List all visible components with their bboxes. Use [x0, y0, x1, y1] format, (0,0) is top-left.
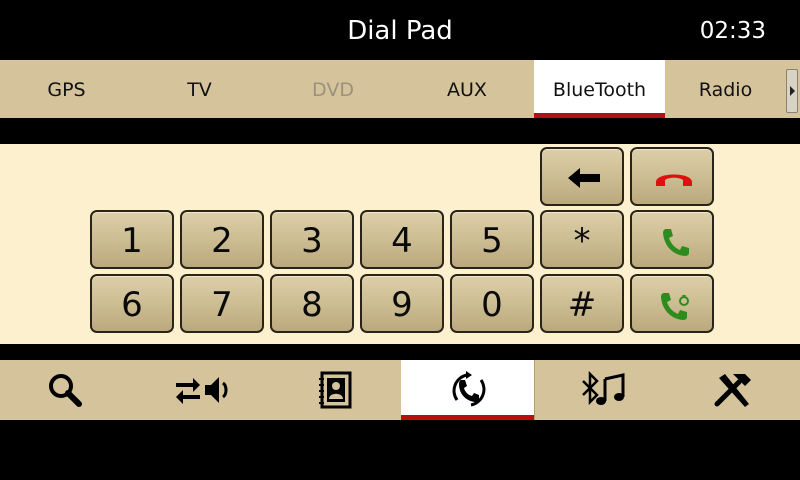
tab-dvd[interactable]: DVD	[266, 60, 400, 118]
page-title: Dial Pad	[347, 16, 453, 46]
key-8[interactable]: 8	[270, 274, 354, 333]
audio-transfer-icon	[176, 377, 228, 404]
search-icon	[49, 374, 82, 407]
settings-tools-icon	[714, 374, 751, 407]
key-1[interactable]: 1	[90, 210, 174, 269]
hang-up-phone-icon	[656, 174, 692, 186]
phone-icon	[663, 229, 689, 256]
key-9[interactable]: 9	[360, 274, 444, 333]
key-0[interactable]: 0	[450, 274, 534, 333]
bottom-nav-audio-transfer[interactable]	[133, 360, 266, 420]
bottom-nav-search[interactable]	[0, 360, 133, 420]
tab-gps[interactable]: GPS	[0, 60, 133, 118]
bottom-nav-dialpad[interactable]	[401, 360, 534, 420]
tab-scroll-right-button[interactable]	[786, 69, 798, 113]
tab-aux[interactable]: AUX	[400, 60, 534, 118]
call-button[interactable]	[630, 210, 714, 269]
bottom-nav-bar	[0, 360, 800, 420]
tab-bluetooth[interactable]: BlueTooth	[534, 60, 665, 118]
key-2[interactable]: 2	[180, 210, 264, 269]
bottom-nav-contacts[interactable]	[266, 360, 399, 420]
backspace-button[interactable]	[540, 147, 624, 206]
bottom-nav-bluetooth-music[interactable]	[534, 360, 667, 420]
key-3[interactable]: 3	[270, 210, 354, 269]
key-4[interactable]: 4	[360, 210, 444, 269]
bluetooth-music-icon	[582, 371, 625, 406]
redial-button[interactable]	[630, 274, 714, 333]
end-call-button[interactable]	[630, 147, 714, 206]
source-tab-bar: GPS TV DVD AUX BlueTooth Radio	[0, 60, 800, 118]
title-bar: Dial Pad 02:33	[0, 0, 800, 60]
tab-tv[interactable]: TV	[133, 60, 266, 118]
dialpad-phone-icon	[452, 371, 486, 407]
key-5[interactable]: 5	[450, 210, 534, 269]
contacts-book-icon	[319, 371, 352, 409]
left-arrow-icon	[568, 168, 600, 188]
key-6[interactable]: 6	[90, 274, 174, 333]
bottom-nav-settings[interactable]	[667, 360, 800, 420]
clock: 02:33	[699, 18, 766, 44]
key-7[interactable]: 7	[180, 274, 264, 333]
key-star[interactable]: *	[540, 210, 624, 269]
tab-radio[interactable]: Radio	[665, 60, 786, 118]
redial-phone-icon	[661, 293, 689, 320]
key-hash[interactable]: #	[540, 274, 624, 333]
